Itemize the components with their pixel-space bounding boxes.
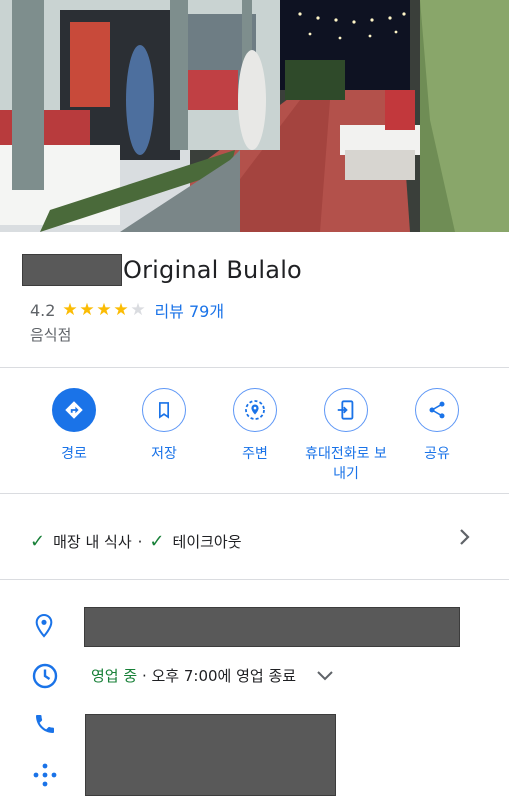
phone-icon	[33, 712, 57, 740]
hours-row[interactable]: 영업 중 · 오후 7:00에 영업 종료	[91, 665, 334, 686]
redacted-block	[22, 254, 122, 286]
plus-code-icon	[32, 762, 58, 794]
place-photo[interactable]	[0, 0, 509, 232]
check-icon: ✓	[149, 531, 165, 552]
closing-time: · 오후 7:00에 영업 종료	[137, 667, 297, 685]
place-name: Original Bulalo	[123, 256, 302, 284]
star-icon: ★	[113, 299, 129, 320]
send-to-phone-icon	[324, 388, 368, 432]
open-status: 영업 중	[91, 667, 138, 685]
divider	[0, 367, 509, 368]
action-label: 휴대전화로 보 내기	[305, 446, 387, 482]
share-button[interactable]: 공유	[392, 388, 482, 464]
action-label: 경로	[61, 446, 87, 462]
reviews-link[interactable]: 리뷰 79개	[154, 298, 224, 322]
bookmark-icon	[142, 388, 186, 432]
share-icon	[415, 388, 459, 432]
star-icon: ★	[79, 299, 95, 320]
redacted-phone[interactable]	[85, 714, 336, 796]
action-label: 주변	[242, 446, 268, 462]
rating-value: 4.2	[30, 300, 56, 320]
star-icon: ★	[96, 299, 112, 320]
star-rating: ★ ★ ★ ★ ★	[61, 299, 146, 320]
separator: ·	[137, 532, 143, 551]
action-label: 저장	[151, 446, 177, 462]
place-category[interactable]: 음식점	[30, 324, 71, 345]
save-button[interactable]: 저장	[119, 388, 209, 464]
check-icon: ✓	[30, 531, 46, 552]
chevron-down-icon[interactable]	[316, 670, 334, 682]
divider	[0, 579, 509, 580]
nearby-button[interactable]: 주변	[210, 388, 300, 464]
redacted-address[interactable]	[84, 607, 460, 647]
directions-icon	[52, 388, 96, 432]
dine-in-label: 매장 내 식사	[53, 533, 132, 551]
chevron-right-icon[interactable]	[455, 525, 475, 553]
place-title-row: Original Bulalo	[22, 254, 302, 286]
clock-icon	[31, 662, 59, 694]
star-icon: ★	[62, 299, 78, 320]
star-icon: ★	[130, 299, 146, 320]
location-pin-icon	[33, 613, 55, 643]
directions-button[interactable]: 경로	[29, 388, 119, 464]
takeout-label: 테이크아웃	[172, 533, 242, 551]
action-label: 공유	[424, 446, 450, 462]
divider	[0, 493, 509, 494]
service-options[interactable]: ✓ 매장 내 식사 · ✓ 테이크아웃	[30, 531, 242, 552]
send-to-phone-button[interactable]: 휴대전화로 보 내기	[301, 388, 391, 484]
rating-row: 4.2 ★ ★ ★ ★ ★ 리뷰 79개	[30, 298, 224, 322]
nearby-icon	[233, 388, 277, 432]
